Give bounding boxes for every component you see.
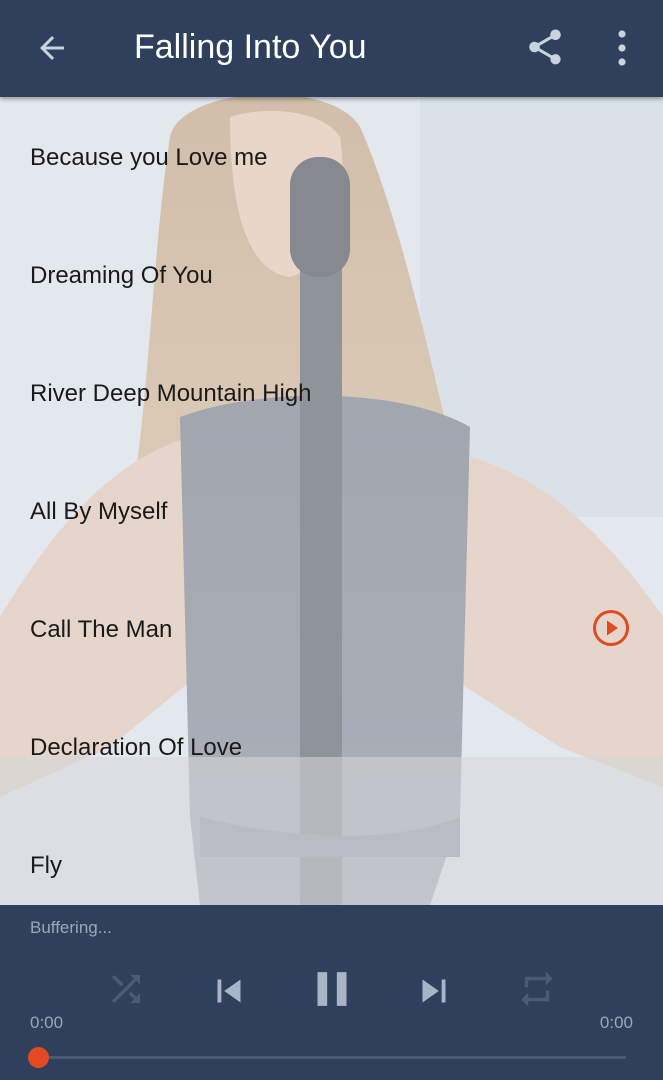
song-list: Because you Love me Dreaming Of You Rive… xyxy=(0,97,663,905)
list-item[interactable]: Dreaming Of You xyxy=(0,215,663,333)
list-item[interactable]: Because you Love me xyxy=(0,97,663,215)
song-title: Fly xyxy=(30,852,62,879)
list-item[interactable]: Declaration Of Love xyxy=(0,687,663,805)
repeat-icon[interactable] xyxy=(516,968,558,1010)
song-title: Declaration Of Love xyxy=(30,734,243,761)
list-item[interactable]: Call The Man xyxy=(0,569,663,687)
player-panel: Buffering... 0:00 0:00 xyxy=(0,905,663,1080)
pause-icon[interactable] xyxy=(303,960,361,1018)
seek-bar[interactable] xyxy=(38,1056,626,1059)
song-title: Because you Love me xyxy=(30,144,268,171)
app-bar: Falling Into You xyxy=(0,0,663,97)
next-icon[interactable] xyxy=(411,968,457,1014)
status-text: Buffering... xyxy=(30,918,112,937)
song-title: Dreaming Of You xyxy=(30,262,213,289)
previous-icon[interactable] xyxy=(206,968,252,1014)
share-icon[interactable] xyxy=(524,26,566,68)
now-playing-icon[interactable] xyxy=(592,609,630,647)
elapsed-time: 0:00 xyxy=(30,1013,64,1032)
shuffle-icon[interactable] xyxy=(105,968,147,1010)
back-arrow-icon[interactable] xyxy=(34,30,70,66)
more-vert-icon[interactable] xyxy=(610,28,634,68)
list-item[interactable]: River Deep Mountain High xyxy=(0,333,663,451)
song-title: River Deep Mountain High xyxy=(30,380,312,407)
song-title: All By Myself xyxy=(30,498,168,525)
page-title: Falling Into You xyxy=(134,28,367,66)
list-item[interactable]: All By Myself xyxy=(0,451,663,569)
seek-thumb[interactable] xyxy=(28,1047,49,1068)
song-title: Call The Man xyxy=(30,616,173,643)
total-time: 0:00 xyxy=(599,1013,633,1032)
